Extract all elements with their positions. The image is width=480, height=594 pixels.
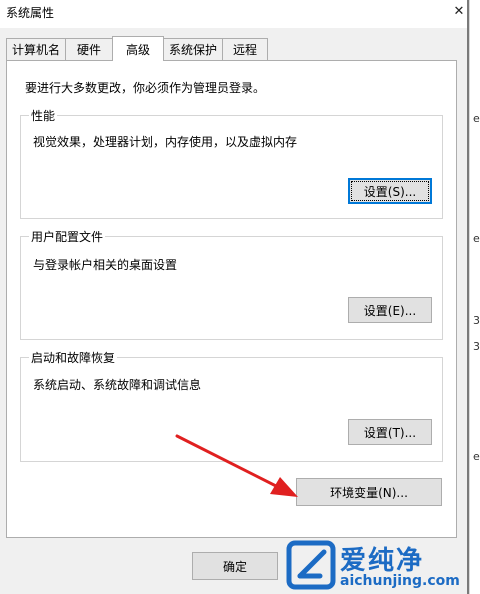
group-title: 性能 [29,107,58,124]
tab-computer-name[interactable]: 计算机名 [6,38,66,60]
background-text: e [473,450,480,463]
tab-advanced[interactable]: 高级 [112,36,164,61]
environment-variables-button[interactable]: 环境变量(N)... [296,478,442,506]
group-description: 视觉效果，处理器计划，内存使用，以及虚拟内存 [33,135,298,149]
background-text: 3 [473,314,480,327]
background-text: 3 [473,340,480,353]
background-text: e [473,232,480,245]
startup-recovery-settings-button[interactable]: 设置(T)... [348,419,432,445]
group-title: 启动和故障恢复 [29,349,118,366]
user-profiles-settings-button[interactable]: 设置(E)... [348,297,432,323]
group-description: 与登录帐户相关的桌面设置 [33,258,178,272]
performance-settings-button[interactable]: 设置(S)... [348,178,432,204]
performance-group: 性能 视觉效果，处理器计划，内存使用，以及虚拟内存 设置(S)... [20,107,443,219]
title-bar: 系统属性 ✕ [0,0,467,28]
admin-notice: 要进行大多数更改，你必须作为管理员登录。 [25,81,266,95]
group-title: 用户配置文件 [29,228,106,245]
background-window-strip: e e 3 3 e [469,0,480,594]
ok-button[interactable]: 确定 [192,552,278,580]
window-title: 系统属性 [6,6,55,20]
watermark-logo-icon [286,540,336,590]
background-text: e [473,112,480,125]
watermark-url: aichunjing.com [340,573,460,589]
tab-system-protection[interactable]: 系统保护 [163,38,223,60]
tab-hardware[interactable]: 硬件 [65,38,113,60]
user-profiles-group: 用户配置文件 与登录帐户相关的桌面设置 设置(E)... [20,228,443,340]
watermark-title: 爱纯净 [340,546,425,576]
watermark: 爱纯净 aichunjing.com [278,536,474,594]
tab-remote[interactable]: 远程 [222,38,268,60]
group-description: 系统启动、系统故障和调试信息 [33,378,202,392]
startup-recovery-group: 启动和故障恢复 系统启动、系统故障和调试信息 设置(T)... [20,349,443,462]
